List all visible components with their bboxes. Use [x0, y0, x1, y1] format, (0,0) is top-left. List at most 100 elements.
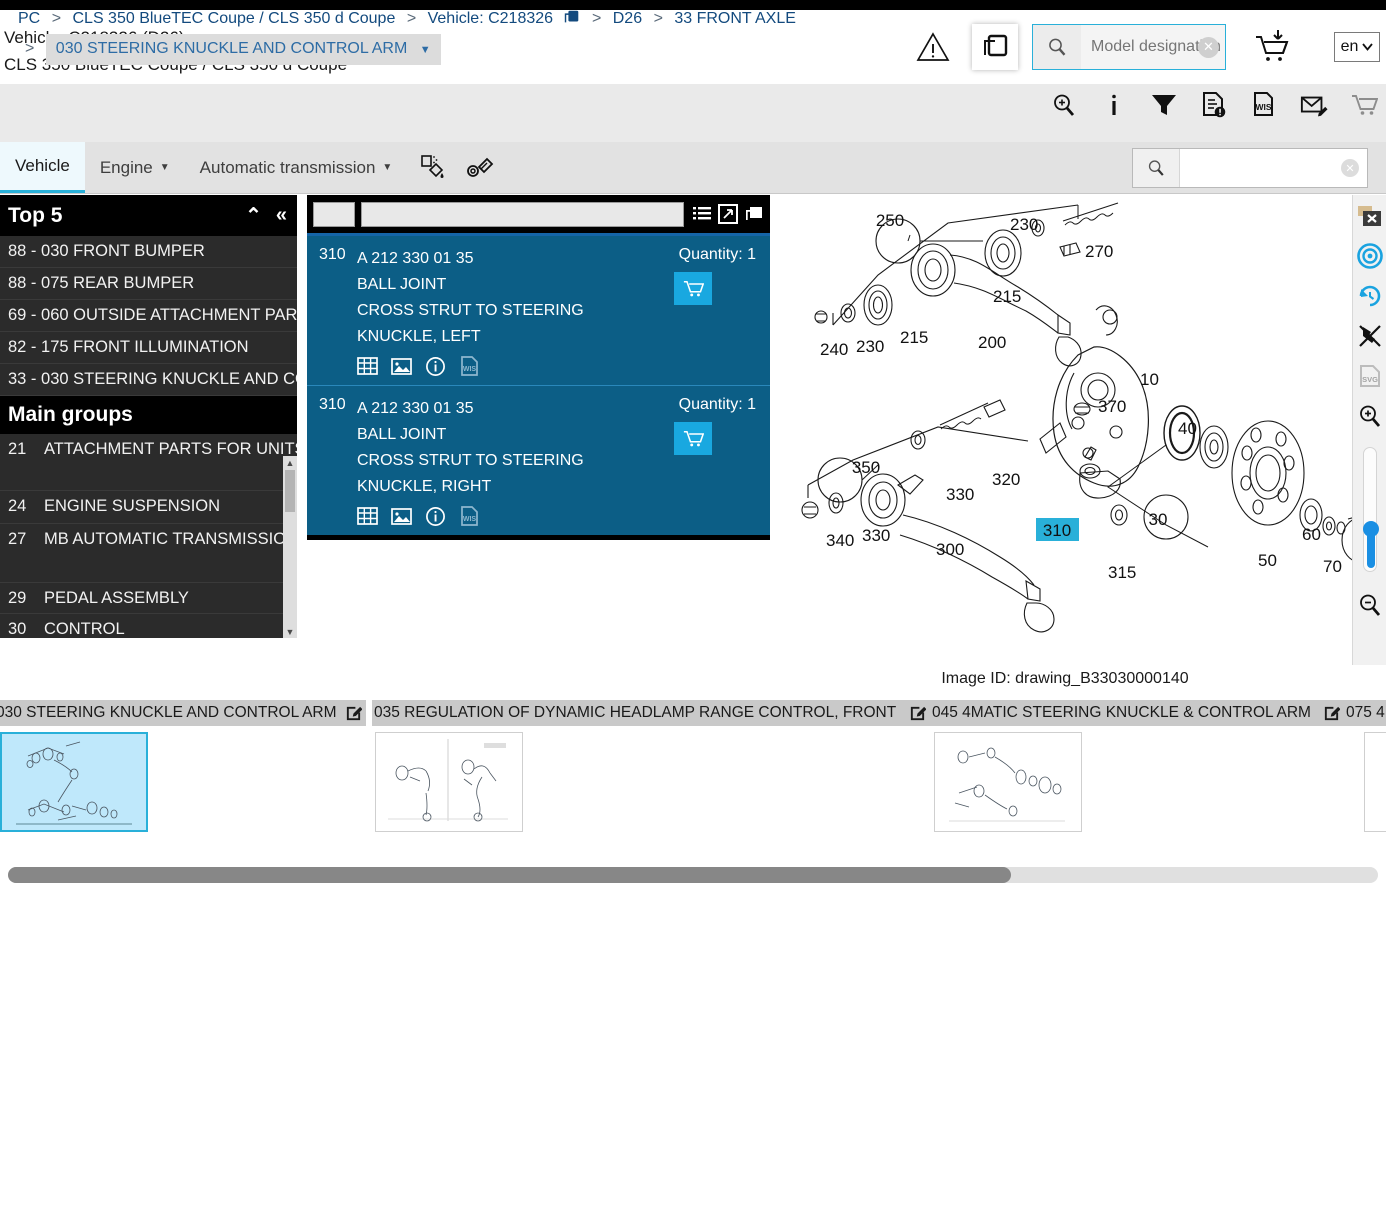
tab-automatic-transmission-label: Automatic transmission: [199, 157, 376, 177]
top5-item-2[interactable]: 69 - 060 OUTSIDE ATTACHMENT PARTS: [0, 300, 297, 332]
main-group-item-29[interactable]: 29 PEDAL ASSEMBLY: [0, 583, 297, 614]
table-icon[interactable]: [357, 506, 378, 527]
add-to-cart-icon[interactable]: [674, 422, 712, 455]
zoom-in-icon[interactable]: [1357, 403, 1383, 429]
unpin-icon[interactable]: [1357, 323, 1383, 349]
info-icon[interactable]: [1100, 90, 1128, 120]
main-group-item-27[interactable]: 27 MB AUTOMATIC TRANSMISSION: [0, 524, 297, 583]
clear-parts-search-icon[interactable]: ✕: [1341, 159, 1359, 177]
breadcrumb-copy-icon[interactable]: [563, 8, 581, 26]
fastener-icon[interactable]: [465, 153, 495, 183]
image-icon[interactable]: [391, 356, 412, 377]
duplicate-window-icon[interactable]: [744, 204, 764, 224]
parts-search[interactable]: ✕: [1132, 148, 1368, 188]
cart-icon[interactable]: [1350, 90, 1378, 120]
parts-filter-text-field[interactable]: [361, 201, 684, 227]
thumbnail-image-2[interactable]: [934, 732, 1082, 832]
double-chevron-left-icon[interactable]: «: [276, 204, 287, 227]
table-row[interactable]: 310 A 212 330 01 35 BALL JOINT CROSS STR…: [307, 386, 770, 535]
chevron-down-icon[interactable]: ▼: [420, 37, 431, 63]
breadcrumb-item-front-axle[interactable]: 33 FRONT AXLE: [674, 10, 796, 27]
thumbnail-image-0[interactable]: [0, 732, 148, 832]
expand-fullscreen-icon[interactable]: [718, 204, 738, 224]
zoom-slider-knob[interactable]: [1362, 521, 1379, 537]
target-locate-icon[interactable]: [1356, 243, 1383, 269]
scroll-down-arrow-icon[interactable]: ▼: [283, 625, 297, 638]
tab-automatic-transmission[interactable]: Automatic transmission ▼: [185, 142, 408, 193]
language-selector[interactable]: en: [1334, 32, 1380, 62]
part-description: CROSS STRUT TO STEERING KNUCKLE, LEFT: [357, 302, 584, 345]
breadcrumb-second-row: > 030 STEERING KNUCKLE AND CONTROL ARM ▼: [18, 34, 918, 65]
main-group-item-24[interactable]: 24 ENGINE SUSPENSION: [0, 491, 297, 524]
part-number: A 212 330 01 35: [357, 400, 474, 417]
sidebar-scrollbar[interactable]: ▲ ▼: [283, 456, 297, 638]
table-icon[interactable]: [357, 356, 378, 377]
main-group-item-30[interactable]: 30 CONTROL: [0, 614, 297, 638]
parts-filter-position-field[interactable]: [313, 201, 355, 227]
edit-icon[interactable]: [901, 705, 926, 722]
clear-model-search-icon[interactable]: ✕: [1198, 36, 1219, 58]
add-to-cart-icon[interactable]: [1252, 28, 1294, 66]
part-info: A 212 330 01 35 BALL JOINT CROSS STRUT T…: [357, 246, 657, 377]
thumbnail-image-3[interactable]: [1364, 732, 1386, 832]
filter-funnel-icon[interactable]: [1150, 90, 1178, 120]
zoom-out-icon[interactable]: [1357, 592, 1383, 618]
breadcrumb-item-vehicle[interactable]: Vehicle: C218326: [428, 10, 553, 27]
top5-item-4[interactable]: 33 - 030 STEERING KNUCKLE AND CO...: [0, 364, 297, 396]
thumbnail-label-0[interactable]: 030 STEERING KNUCKLE AND CONTROL ARM: [0, 700, 366, 726]
edit-icon[interactable]: [1315, 705, 1340, 722]
parts-diagram[interactable]: 250 230 215 270 200 240 230 215 10 40 35…: [778, 195, 1352, 665]
list-view-icon[interactable]: [692, 204, 712, 224]
info-circle-icon[interactable]: [425, 356, 446, 377]
scroll-up-arrow-icon[interactable]: ▲: [283, 456, 297, 469]
svg-export-icon[interactable]: SVG: [1357, 363, 1383, 389]
breadcrumb-item-pc[interactable]: PC: [18, 10, 40, 27]
callout-310-highlighted[interactable]: 310: [1043, 521, 1071, 540]
thumbnail-label-1[interactable]: 035 REGULATION OF DYNAMIC HEADLAMP RANGE…: [372, 700, 930, 726]
copy-documents-icon[interactable]: [972, 24, 1018, 70]
parts-search-input[interactable]: [1180, 159, 1367, 177]
wis-document-icon[interactable]: WIS: [459, 355, 480, 377]
thumbnail-label-3[interactable]: 075 4: [1344, 700, 1386, 726]
thumbnail-label-2[interactable]: 045 4MATIC STEERING KNUCKLE & CONTROL AR…: [930, 700, 1344, 726]
zoom-slider[interactable]: [1362, 447, 1379, 572]
warning-triangle-icon[interactable]: [916, 30, 950, 64]
main-group-item-21[interactable]: 21 ATTACHMENT PARTS FOR UNITS: [0, 434, 297, 491]
top5-item-1[interactable]: 88 - 075 REAR BUMPER: [0, 268, 297, 300]
main-group-number: 21: [8, 440, 27, 458]
table-row[interactable]: 310 A 212 330 01 35 BALL JOINT CROSS STR…: [307, 236, 770, 386]
info-circle-icon[interactable]: [425, 506, 446, 527]
edit-icon[interactable]: [337, 705, 362, 722]
top5-item-3[interactable]: 82 - 175 FRONT ILLUMINATION: [0, 332, 297, 364]
chevron-down-icon: [1362, 43, 1374, 51]
breadcrumb-separator: >: [406, 10, 417, 27]
model-designation-search[interactable]: ✕: [1032, 24, 1226, 70]
breadcrumb-active-item[interactable]: 030 STEERING KNUCKLE AND CONTROL ARM ▼: [45, 34, 441, 65]
thumbnail-label-text: 030 STEERING KNUCKLE AND CONTROL ARM: [0, 704, 337, 721]
scrollbar-thumb[interactable]: [8, 867, 1011, 883]
wis-document-icon[interactable]: WIS: [459, 505, 480, 527]
reset-history-icon[interactable]: [1357, 283, 1383, 309]
top5-header: Top 5 ⌃ «: [0, 195, 297, 236]
mail-edit-icon[interactable]: [1300, 90, 1328, 120]
chevron-up-icon[interactable]: ⌃: [245, 203, 262, 228]
paint-fill-icon[interactable]: [419, 153, 447, 183]
zoom-search-icon[interactable]: [1050, 90, 1078, 120]
wis-document-icon[interactable]: WIS: [1250, 90, 1278, 120]
add-to-cart-icon[interactable]: [674, 272, 712, 305]
thumbnail-image-1[interactable]: [375, 732, 523, 832]
close-window-icon[interactable]: [1357, 203, 1383, 229]
document-alert-icon[interactable]: [1200, 90, 1228, 120]
tab-icon-group: [407, 142, 495, 193]
tab-engine[interactable]: Engine ▼: [85, 142, 185, 193]
scrollbar-thumb[interactable]: [285, 470, 295, 512]
breadcrumb-item-d26[interactable]: D26: [613, 10, 642, 27]
callout-215-upper: 215: [993, 287, 1021, 306]
tab-vehicle[interactable]: Vehicle: [0, 142, 85, 193]
breadcrumb-item-model[interactable]: CLS 350 BlueTEC Coupe / CLS 350 d Coupe: [72, 10, 395, 27]
thumbnail-horizontal-scrollbar[interactable]: [8, 867, 1378, 883]
chevron-down-icon: ▼: [159, 162, 170, 173]
image-icon[interactable]: [391, 506, 412, 527]
diagram-thumbnail-strip: 030 STEERING KNUCKLE AND CONTROL ARM 035…: [0, 700, 1386, 850]
top5-item-0[interactable]: 88 - 030 FRONT BUMPER: [0, 236, 297, 268]
